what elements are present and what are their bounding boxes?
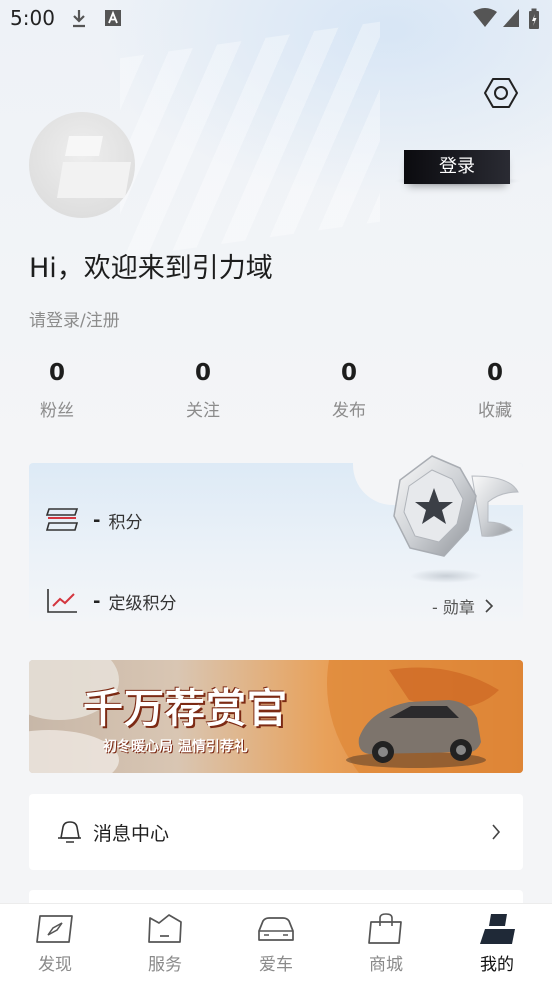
tab-car[interactable]: 爱车: [236, 912, 316, 975]
medal-link[interactable]: - 勋章: [432, 594, 494, 618]
tab-label: 爱车: [259, 955, 293, 975]
tab-label: 我的: [480, 955, 514, 975]
stat-label: 发布: [332, 401, 366, 421]
chevron-right-icon: [492, 824, 501, 840]
stat-favorites[interactable]: 0 收藏: [455, 360, 535, 421]
tab-label: 服务: [148, 955, 182, 975]
wifi-icon: [473, 8, 497, 27]
medal-link-label: - 勋章: [432, 598, 475, 617]
battery-icon: [529, 8, 539, 29]
points-label: 积分: [108, 512, 143, 533]
stat-posts[interactable]: 0 发布: [309, 360, 389, 421]
trend-chart-icon: [47, 589, 77, 613]
car-icon: [258, 917, 294, 941]
points-value: -: [93, 509, 101, 531]
compass-icon: [36, 915, 73, 943]
status-bar: 5:00: [0, 0, 552, 38]
user-stats: 0 粉丝 0 关注 0 发布 0 收藏: [0, 360, 552, 430]
tab-label: 商城: [369, 955, 403, 975]
promo-banner[interactable]: 千万荐赏官 初冬暖心局 温情引荐礼: [29, 660, 523, 773]
level-points-value: -: [93, 590, 101, 612]
stat-value: 0: [486, 360, 503, 386]
signal-icon: [503, 9, 519, 27]
avatar[interactable]: [29, 112, 135, 218]
download-icon: [73, 10, 85, 28]
stat-label: 收藏: [478, 401, 512, 421]
tab-mine[interactable]: 我的: [457, 912, 537, 975]
stat-following[interactable]: 0 关注: [163, 360, 243, 421]
tab-label: 发现: [38, 955, 72, 975]
service-icon: [148, 914, 182, 943]
stat-value: 0: [194, 360, 211, 386]
banner-title: 千万荐赏官: [83, 685, 288, 732]
points-icon: [45, 508, 79, 531]
level-points-label: 定级积分: [108, 593, 177, 614]
banner-subtitle: 初冬暖心局 温情引荐礼: [103, 739, 248, 755]
message-center-item[interactable]: 消息中心: [29, 794, 523, 870]
keyboard-a-icon: [105, 10, 121, 26]
stat-value: 0: [48, 360, 65, 386]
shopping-bag-icon: [368, 913, 402, 944]
status-time: 5:00: [10, 6, 55, 30]
tab-discover[interactable]: 发现: [15, 912, 95, 975]
stat-label: 粉丝: [40, 401, 74, 421]
bell-icon: [58, 821, 81, 843]
profile-icon: [480, 914, 515, 944]
tab-mall[interactable]: 商城: [346, 912, 426, 975]
stat-fans[interactable]: 0 粉丝: [17, 360, 97, 421]
tab-service[interactable]: 服务: [125, 912, 205, 975]
checkered-flag-decoration: [120, 21, 380, 259]
message-center-label: 消息中心: [93, 823, 170, 845]
login-register-link[interactable]: 请登录/注册: [29, 306, 120, 331]
login-button[interactable]: 登录: [404, 150, 510, 184]
bottom-tab-bar: 发现 服务 爱车 商城 我的: [0, 903, 552, 983]
welcome-title: Hi，欢迎来到引力域: [29, 253, 273, 284]
stat-label: 关注: [186, 401, 220, 421]
settings-gear-icon[interactable]: [482, 74, 520, 112]
stat-value: 0: [340, 360, 357, 386]
default-avatar-icon: [57, 136, 131, 198]
points-row[interactable]: - 积分: [45, 507, 142, 533]
chevron-right-icon: [485, 599, 494, 613]
medal-badge-icon: [393, 455, 519, 583]
level-points-row[interactable]: - 定级积分: [45, 587, 176, 615]
